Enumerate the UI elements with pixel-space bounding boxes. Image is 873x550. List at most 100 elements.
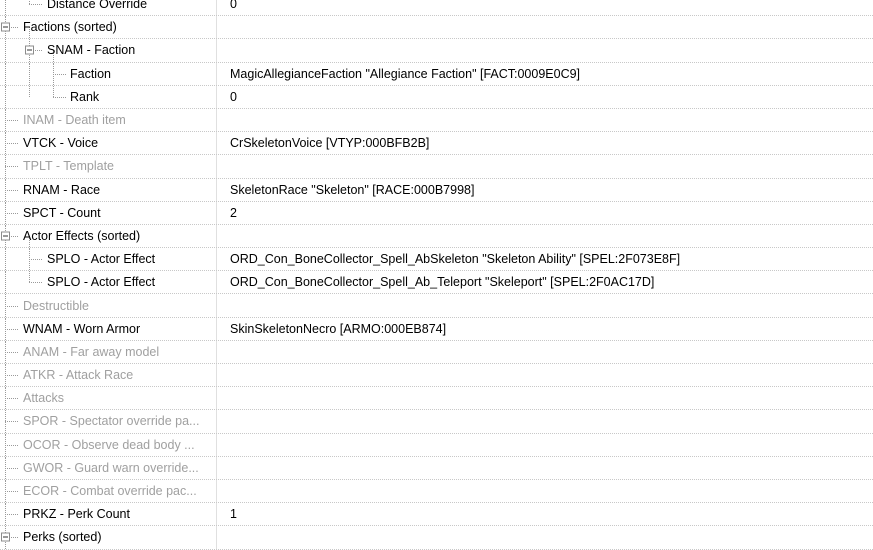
tree-row[interactable]: WNAM - Worn Armor SkinSkeletonNecro [ARMO… — [0, 317, 873, 341]
tree-row-name-cell[interactable]: PRKZ - Perk Count — [0, 503, 217, 526]
tree-guide-line — [5, 39, 6, 62]
tree-row-name-cell[interactable]: OCOR - Observe dead body ... — [0, 433, 217, 456]
tree-row-name-cell[interactable]: Actor Effects (sorted) — [0, 224, 217, 248]
tree-row-value[interactable]: 0 — [217, 86, 873, 108]
tree-row-value[interactable] — [217, 109, 873, 131]
tree-row-name-cell[interactable]: Factions (sorted) — [0, 16, 217, 39]
tree-connector-line — [5, 143, 18, 145]
tree-row[interactable]: SPLO - Actor Effect ORD_Con_BoneCollector… — [0, 271, 873, 295]
tree-row-value[interactable] — [217, 294, 873, 316]
tree-row-name-cell[interactable]: SNAM - Faction — [0, 39, 217, 62]
tree-row-name-cell[interactable]: Destructible — [0, 294, 217, 317]
tree-row[interactable]: Attacks — [0, 387, 873, 411]
tree-row-label: Factions (sorted) — [23, 20, 117, 35]
tree-row-name-cell[interactable]: Rank — [0, 85, 217, 108]
tree-row-value[interactable]: ORD_Con_BoneCollector_Spell_Ab_Teleport … — [217, 271, 873, 293]
tree-row-name-cell[interactable]: ATKR - Attack Race — [0, 364, 217, 387]
tree-row[interactable]: Faction MagicAllegianceFaction "Allegianc… — [0, 62, 873, 86]
tree-row-label: INAM - Death item — [23, 113, 126, 128]
tree-row[interactable]: SPOR - Spectator override pa... — [0, 410, 873, 434]
tree-row-label: SPLO - Actor Effect — [47, 252, 156, 267]
tree-row[interactable]: INAM - Death item — [0, 108, 873, 133]
tree-row-value[interactable] — [217, 410, 873, 432]
tree-row-value[interactable]: SkeletonRace "Skeleton" [RACE:000B7998] — [217, 179, 873, 201]
tree-row[interactable]: Destructible — [0, 294, 873, 318]
tree-row[interactable]: VTCK - Voice CrSkeletonVoice [VTYP:000BFB… — [0, 132, 873, 156]
tree-row-name-cell[interactable]: VTCK - Voice — [0, 132, 217, 155]
tree-row-name-cell[interactable]: ECOR - Combat override pac... — [0, 479, 217, 503]
tree-row[interactable]: SPCT - Count 2 — [0, 201, 873, 225]
tree-row-label: Rank — [70, 89, 100, 104]
tree-row-name-cell[interactable]: INAM - Death item — [0, 108, 217, 132]
tree-row-label: SNAM - Faction — [47, 43, 136, 58]
collapse-toggle-icon[interactable] — [25, 45, 34, 55]
tree-row-name-cell[interactable]: SPOR - Spectator override pa... — [0, 410, 217, 433]
collapse-toggle-icon[interactable] — [1, 22, 10, 32]
tree-row[interactable]: OCOR - Observe dead body ... — [0, 433, 873, 457]
tree-row[interactable]: PRKZ - Perk Count 1 — [0, 503, 873, 527]
tree-row-value[interactable]: 1 — [217, 503, 873, 525]
tree-row[interactable]: Factions (sorted) — [0, 16, 873, 40]
tree-row-value[interactable]: 0 — [217, 0, 873, 15]
collapse-toggle-icon[interactable] — [1, 532, 10, 542]
tree-row-value[interactable] — [217, 526, 873, 548]
tree-row-value[interactable]: 2 — [217, 202, 873, 224]
tree-row[interactable]: GWOR - Guard warn override... — [0, 456, 873, 480]
tree-row[interactable]: TPLT - Template — [0, 155, 873, 179]
tree-row-name-cell[interactable]: TPLT - Template — [0, 155, 217, 178]
tree-connector-line — [5, 212, 18, 214]
tree-row-name-cell[interactable]: WNAM - Worn Armor — [0, 317, 217, 340]
tree-guide-line — [5, 248, 6, 271]
tree-connector-line — [5, 421, 18, 423]
tree-row-value[interactable] — [217, 387, 873, 409]
tree-row-value[interactable]: SkinSkeletonNecro [ARMO:000EB874] — [217, 318, 873, 340]
tree-row[interactable]: Actor Effects (sorted) — [0, 224, 873, 249]
tree-row-name-cell[interactable]: GWOR - Guard warn override... — [0, 456, 217, 479]
tree-row-value[interactable] — [217, 480, 873, 502]
tree-row[interactable]: ATKR - Attack Race — [0, 364, 873, 388]
tree-row-name-cell[interactable]: Distance Override — [0, 0, 217, 16]
tree-row[interactable]: ANAM - Far away model — [0, 340, 873, 364]
tree-row-value[interactable] — [217, 225, 873, 247]
collapse-toggle-icon[interactable] — [1, 231, 10, 241]
tree-connector-line — [53, 96, 66, 98]
tree-guide-line — [53, 85, 54, 97]
tree-row[interactable]: SNAM - Faction — [0, 39, 873, 63]
tree-row-name-cell[interactable]: ANAM - Far away model — [0, 340, 217, 363]
tree-row-name-cell[interactable]: SPCT - Count — [0, 201, 217, 224]
tree-row-label: SPOR - Spectator override pa... — [23, 414, 200, 429]
tree-row-value[interactable] — [217, 364, 873, 386]
tree-row-value[interactable] — [217, 39, 873, 61]
tree-row-value[interactable] — [217, 341, 873, 363]
tree-row-label: OCOR - Observe dead body ... — [23, 437, 195, 452]
tree-row-value[interactable]: ORD_Con_BoneCollector_Spell_AbSkeleton "… — [217, 248, 873, 270]
tree-row-label: VTCK - Voice — [23, 136, 99, 151]
tree-connector-line — [5, 398, 18, 400]
tree-row[interactable]: RNAM - Race SkeletonRace "Skeleton" [RACE… — [0, 178, 873, 202]
tree-row-value[interactable]: CrSkeletonVoice [VTYP:000BFB2B] — [217, 132, 873, 154]
tree-row-name-cell[interactable]: SPLO - Actor Effect — [0, 248, 217, 271]
tree-guide-line — [5, 271, 6, 294]
tree-row-value[interactable] — [217, 457, 873, 479]
tree-row[interactable]: SPLO - Actor Effect ORD_Con_BoneCollector… — [0, 248, 873, 272]
tree-row-name-cell[interactable]: SPLO - Actor Effect — [0, 271, 217, 294]
record-tree-view[interactable]: Distance Override 0 Factions (sorted) SNAM … — [0, 0, 873, 550]
tree-row-value[interactable] — [217, 155, 873, 177]
tree-connector-line — [5, 514, 18, 516]
tree-row-name-cell[interactable]: Attacks — [0, 387, 217, 410]
tree-row[interactable]: Perks (sorted) — [0, 526, 873, 550]
tree-row[interactable]: Distance Override 0 — [0, 0, 873, 17]
tree-row-name-cell[interactable]: RNAM - Race — [0, 178, 217, 201]
tree-row[interactable]: Rank 0 — [0, 85, 873, 109]
tree-row-name-cell[interactable]: Faction — [0, 62, 217, 85]
tree-row-value[interactable] — [217, 16, 873, 38]
tree-row[interactable]: ECOR - Combat override pac... — [0, 479, 873, 504]
tree-connector-line — [5, 444, 18, 446]
tree-row-value[interactable]: MagicAllegianceFaction "Allegiance Facti… — [217, 63, 873, 85]
tree-connector-line — [5, 189, 18, 191]
tree-row-label: SPCT - Count — [23, 205, 101, 220]
tree-row-label: GWOR - Guard warn override... — [23, 460, 199, 475]
tree-row-value[interactable] — [217, 434, 873, 456]
tree-connector-line — [5, 328, 18, 330]
tree-row-name-cell[interactable]: Perks (sorted) — [0, 526, 217, 549]
